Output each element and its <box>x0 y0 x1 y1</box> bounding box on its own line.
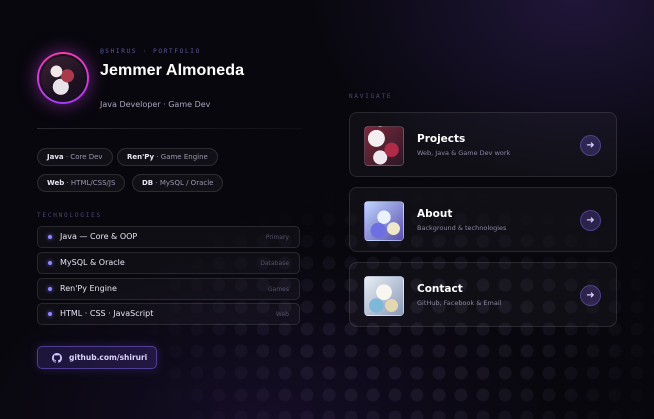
projects-thumbnail <box>364 126 404 166</box>
tag-web: Web · HTML/CSS/JS <box>37 174 126 192</box>
technologies-label: TECHNOLOGIES <box>37 212 102 219</box>
avatar-image <box>39 54 87 102</box>
card-subtitle: Background & technologies <box>417 224 507 232</box>
profile-name: Jemmer Almoneda <box>100 62 245 79</box>
divider <box>37 128 302 129</box>
card-title: About <box>417 208 453 220</box>
card-subtitle: Web, Java & Game Dev work <box>417 149 511 157</box>
nav-card-projects[interactable]: Projects Web, Java & Game Dev work ➜ <box>349 112 617 177</box>
tech-item: MySQL & Oracle Database <box>37 252 300 274</box>
arrow-right-icon[interactable]: ➜ <box>580 135 601 156</box>
tag-value: · Game Engine <box>156 153 208 161</box>
arrow-right-icon[interactable]: ➜ <box>580 210 601 231</box>
tech-category: Games <box>268 286 289 293</box>
bullet-dot-icon <box>48 312 52 316</box>
tech-category: Primary <box>265 234 289 241</box>
github-link-button[interactable]: github.com/shiruri <box>37 346 157 369</box>
tag-key: Web <box>47 179 65 187</box>
tag-value: · MySQL / Oracle <box>155 179 214 187</box>
about-thumbnail <box>364 201 404 241</box>
contact-thumbnail <box>364 276 404 316</box>
tech-item: Ren'Py Engine Games <box>37 278 300 300</box>
bullet-dot-icon <box>48 287 52 291</box>
tag-value: · HTML/CSS/JS <box>66 179 116 187</box>
tag-renpy: Ren'Py · Game Engine <box>117 148 218 166</box>
nav-card-about[interactable]: About Background & technologies ➜ <box>349 187 617 252</box>
bullet-dot-icon <box>48 261 52 265</box>
card-title: Projects <box>417 133 466 145</box>
profile-handle: @SHIRUS · PORTFOLIO <box>100 48 201 55</box>
tech-category: Database <box>260 260 289 267</box>
tech-name: Java — Core & OOP <box>60 232 138 241</box>
profile-panel: @SHIRUS · PORTFOLIO Jemmer Almoneda Java… <box>37 46 302 369</box>
tag-key: Ren'Py <box>127 153 155 161</box>
tech-name: MySQL & Oracle <box>60 258 125 267</box>
tag-value: · Core Dev <box>65 153 103 161</box>
tag-key: DB <box>142 179 154 187</box>
card-title: Contact <box>417 283 463 295</box>
tech-name: HTML · CSS · JavaScript <box>60 309 154 318</box>
tech-item: HTML · CSS · JavaScript Web <box>37 303 300 325</box>
tag-key: Java <box>47 153 64 161</box>
tech-category: Web <box>275 311 289 318</box>
tag-db: DB · MySQL / Oracle <box>132 174 224 192</box>
avatar <box>37 52 89 104</box>
profile-role: Java Developer · Game Dev <box>100 100 211 109</box>
tag-java: Java · Core Dev <box>37 148 113 166</box>
github-icon <box>52 353 62 363</box>
navigate-label: NAVIGATE <box>349 93 393 100</box>
nav-card-contact[interactable]: Contact GitHub, Facebook & Email ➜ <box>349 262 617 327</box>
card-subtitle: GitHub, Facebook & Email <box>417 299 502 307</box>
bullet-dot-icon <box>48 235 52 239</box>
github-label: github.com/shiruri <box>69 353 148 362</box>
tech-name: Ren'Py Engine <box>60 284 117 293</box>
tech-item: Java — Core & OOP Primary <box>37 226 300 248</box>
arrow-right-icon[interactable]: ➜ <box>580 285 601 306</box>
profile-header: @SHIRUS · PORTFOLIO Jemmer Almoneda Java… <box>37 46 302 116</box>
